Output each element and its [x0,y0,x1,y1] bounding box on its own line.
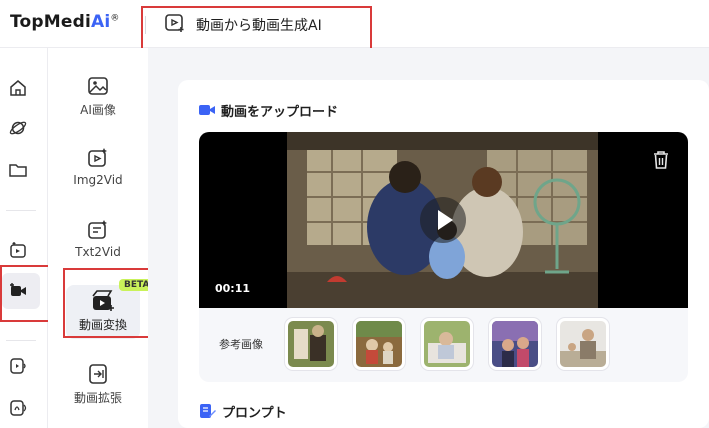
logo-text: TopMedi [10,12,92,32]
play-button[interactable] [420,197,466,243]
subnav-item-label: Txt2Vid [75,245,121,259]
app-logo[interactable]: TopMediAi® [10,12,120,32]
reference-thumbnail[interactable] [557,318,609,370]
rail-separator [6,210,36,211]
rail-separator [6,340,36,341]
logo-registered-mark: ® [110,13,120,24]
subnav-item-ai-image[interactable]: AI画像 [48,74,148,118]
prompt-icon [200,404,216,418]
image-to-video-icon [88,148,107,167]
trash-icon[interactable] [652,150,670,170]
subnav-item-label: Img2Vid [73,173,123,187]
subnav-item-label: AI画像 [80,103,116,117]
video-time: 00:11 [215,282,251,295]
subnav-item-txt2vid[interactable]: Txt2Vid [48,218,148,259]
reference-thumbnail[interactable] [489,318,541,370]
video-extend-icon [89,364,107,384]
reference-thumbnail[interactable] [421,318,473,370]
video-upload-icon [199,105,215,115]
planet-icon[interactable] [8,118,28,138]
logo-ai-text: Ai [91,12,111,32]
subnav-item-label: 動画拡張 [73,391,122,405]
upload-section-title: 動画をアップロード [221,105,339,120]
sound-icon[interactable] [8,398,28,418]
reference-thumbnail[interactable] [353,318,405,370]
subnav-item-video-extend[interactable]: 動画拡張 [48,362,148,406]
reference-thumbnail[interactable] [285,318,337,370]
folder-icon[interactable] [8,160,28,180]
text-to-video-icon [88,220,107,239]
reference-images-label: 参考画像 [219,338,263,351]
home-icon[interactable] [8,78,28,98]
subnav-item-img2vid[interactable]: Img2Vid [48,146,148,187]
prompt-section-title: プロンプト [222,406,287,421]
audio-video-icon[interactable] [8,356,28,376]
image-icon [88,77,108,95]
video-effect-icon[interactable] [8,240,28,260]
